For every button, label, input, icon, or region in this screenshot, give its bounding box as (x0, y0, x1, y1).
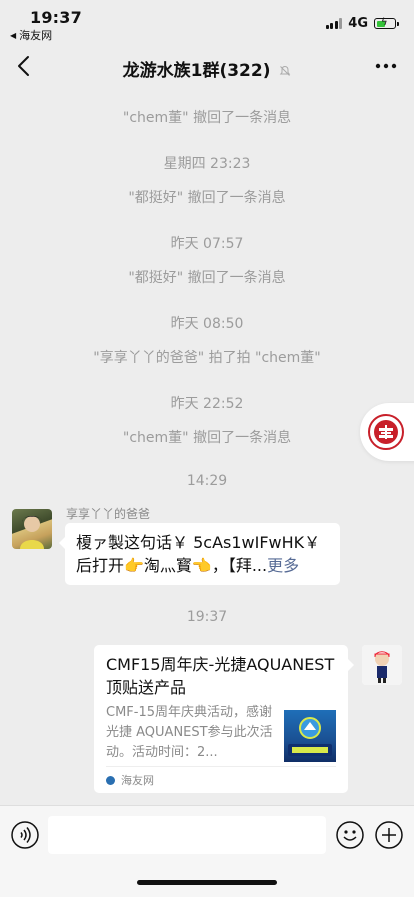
message-bubble[interactable]: 榎ァ製这句话￥ 5cAs1wIFwHK￥ 后打开👉淘灬寳👈，【拜...更多 (59, 523, 340, 585)
more-dots-icon[interactable] (374, 58, 398, 74)
chat-title: 龙游水族1群(322) (0, 56, 414, 81)
avatar-cartoon (362, 645, 402, 685)
message-line: 后打开👉淘灬寳👈，【拜... (76, 556, 268, 575)
card-thumbnail (284, 710, 336, 762)
sender-avatar[interactable] (12, 509, 52, 549)
system-message: "chem董" 撤回了一条消息 (122, 110, 292, 126)
card-description: CMF-15周年庆典活动，感谢光捷 AQUANEST参与此次活动。活动时间：2.… (106, 705, 273, 760)
message-input[interactable] (48, 816, 326, 854)
system-message: "都挺好" 撤回了一条消息 (128, 270, 286, 286)
voice-icon[interactable] (10, 820, 40, 850)
timestamp: 星期四 23:23 (163, 156, 251, 172)
signal-icon (325, 18, 343, 29)
message-line: 榎ァ製这句话￥ 5cAs1wIFwHK￥ (76, 533, 321, 552)
card-source: 海友网 (106, 766, 336, 793)
return-to-app[interactable]: ◀ 海友网 (10, 27, 52, 43)
status-indicators: 4G ϟ (325, 16, 399, 31)
chat-title-text: 龙游水族1群(322) (122, 61, 271, 81)
floating-mini-program-button[interactable] (360, 403, 414, 461)
return-app-label: 海友网 (19, 29, 53, 42)
plus-icon[interactable] (374, 820, 404, 850)
timestamp: 昨天 22:52 (170, 396, 244, 412)
card-title: CMF15周年庆-光捷AQUANEST顶贴送产品 (106, 655, 335, 697)
timestamp: 14:29 (186, 473, 228, 489)
battery-icon: ϟ (374, 17, 399, 29)
avatar-photo (20, 516, 44, 549)
nav-bar: 龙游水族1群(322) (0, 44, 414, 88)
seal-icon (368, 414, 404, 450)
source-icon (106, 775, 115, 785)
system-message: "chem董" 撤回了一条消息 (122, 430, 292, 446)
system-message: "都挺好" 撤回了一条消息 (128, 190, 286, 206)
status-bar: 19:37 ◀ 海友网 4G ϟ (0, 0, 414, 44)
more-link[interactable]: 更多 (267, 556, 299, 575)
home-indicator[interactable] (137, 880, 277, 885)
back-triangle-icon: ◀ (10, 30, 17, 40)
status-time: 19:37 (30, 8, 82, 27)
timestamp: 昨天 07:57 (170, 236, 244, 252)
my-avatar[interactable] (362, 645, 402, 685)
thumbnail-graphic (288, 717, 332, 756)
network-type: 4G (348, 16, 368, 31)
emoji-icon[interactable] (335, 820, 365, 850)
sender-name: 享享丫丫的爸爸 (66, 507, 151, 521)
system-message: "享享丫丫的爸爸" 拍了拍 "chem董" (93, 350, 321, 366)
timestamp: 19:37 (186, 609, 228, 625)
timestamp: 昨天 08:50 (170, 316, 244, 332)
mute-bell-icon (280, 65, 291, 76)
link-card-message[interactable]: CMF15周年庆-光捷AQUANEST顶贴送产品 CMF-15周年庆典活动，感谢… (94, 645, 354, 793)
card-source-label: 海友网 (121, 774, 154, 787)
